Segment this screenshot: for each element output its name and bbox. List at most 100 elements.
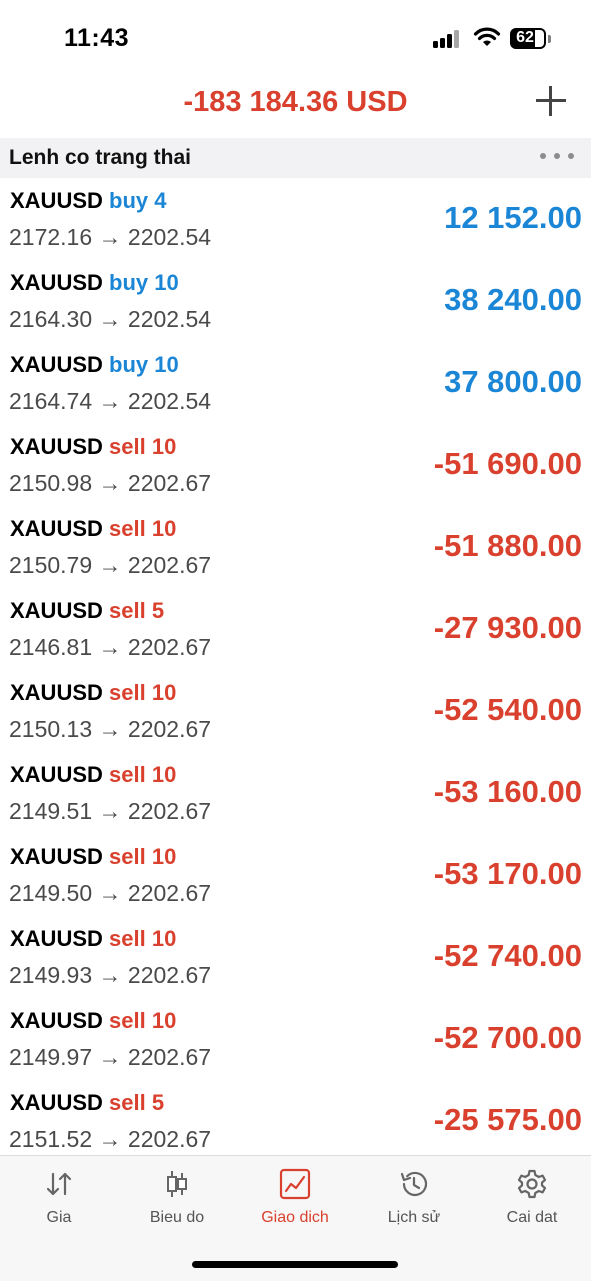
- position-symbol: XAUUSD: [10, 680, 103, 705]
- position-symbol: XAUUSD: [10, 516, 103, 541]
- position-profit: -25 575.00: [433, 1102, 582, 1137]
- position-profit: 38 240.00: [444, 282, 582, 317]
- position-title: XAUUSD sell 10: [10, 762, 176, 788]
- arrows-updown-icon: [46, 1172, 72, 1196]
- position-direction: sell 10: [109, 926, 177, 951]
- trade-header: -183 184.36 USD: [0, 78, 591, 138]
- position-prices: 2149.50 → 2202.67: [9, 880, 212, 906]
- position-row[interactable]: XAUUSD sell 10 2149.93 → 2202.67 -52 740.0…: [0, 916, 591, 998]
- battery-level: 62: [516, 29, 534, 46]
- position-prices: 2146.81 → 2202.67: [9, 634, 212, 660]
- position-title: XAUUSD sell 5: [10, 1090, 164, 1116]
- position-profit: -52 700.00: [433, 1020, 582, 1055]
- position-row[interactable]: XAUUSD sell 10 2149.97 → 2202.67 -52 700.0…: [0, 998, 591, 1080]
- position-prices: 2149.93 → 2202.67: [9, 962, 212, 988]
- position-title: XAUUSD buy 10: [10, 270, 179, 296]
- tab-lich-su[interactable]: Lịch sử: [355, 1156, 473, 1236]
- position-title: XAUUSD sell 10: [10, 680, 176, 706]
- tab-bieu-do[interactable]: Bieu do: [118, 1156, 236, 1236]
- tab-label: Cai dat: [506, 1209, 558, 1226]
- tab-cai-dat[interactable]: Cai dat: [473, 1156, 591, 1236]
- position-title: XAUUSD buy 4: [10, 188, 167, 214]
- position-symbol: XAUUSD: [10, 352, 103, 377]
- tab-giao-dich[interactable]: Giao dich: [236, 1156, 354, 1236]
- position-title: XAUUSD sell 10: [10, 516, 176, 542]
- home-indicator: [192, 1261, 398, 1268]
- section-header: Lenh co trang thai: [0, 138, 591, 178]
- battery-tip: [548, 35, 551, 43]
- position-prices: 2150.13 → 2202.67: [9, 716, 212, 742]
- position-row[interactable]: XAUUSD sell 5 2151.52 → 2202.67 -25 575.00: [0, 1080, 591, 1162]
- position-row[interactable]: XAUUSD sell 10 2150.79 → 2202.67 -51 880.0…: [0, 506, 591, 588]
- position-title: XAUUSD sell 10: [10, 434, 176, 460]
- position-symbol: XAUUSD: [10, 762, 103, 787]
- battery-icon: 62: [510, 28, 546, 49]
- candlestick-icon: [167, 1171, 187, 1197]
- position-direction: sell 10: [109, 762, 177, 787]
- add-order-button[interactable]: [536, 86, 566, 116]
- position-row[interactable]: XAUUSD buy 10 2164.74 → 2202.54 37 800.00: [0, 342, 591, 424]
- gear-icon: [517, 1169, 547, 1199]
- position-row[interactable]: XAUUSD sell 10 2150.13 → 2202.67 -52 540.0…: [0, 670, 591, 752]
- status-bar: 11:43 62: [0, 0, 591, 78]
- position-profit: -52 540.00: [433, 692, 582, 727]
- position-row[interactable]: XAUUSD buy 4 2172.16 → 2202.54 12 152.00: [0, 178, 591, 260]
- position-profit: 37 800.00: [444, 364, 582, 399]
- position-symbol: XAUUSD: [10, 434, 103, 459]
- total-profit: -183 184.36 USD: [183, 86, 408, 118]
- position-profit: -52 740.00: [433, 938, 582, 973]
- position-direction: sell 10: [109, 434, 177, 459]
- position-row[interactable]: XAUUSD buy 10 2164.30 → 2202.54 38 240.00: [0, 260, 591, 342]
- position-prices: 2149.97 → 2202.67: [9, 1044, 212, 1070]
- cellular-signal-icon: [433, 30, 463, 48]
- position-direction: sell 10: [109, 1008, 177, 1033]
- wifi-icon: [473, 27, 501, 46]
- position-profit: 12 152.00: [444, 200, 582, 235]
- position-symbol: XAUUSD: [10, 844, 103, 869]
- position-row[interactable]: XAUUSD sell 10 2149.50 → 2202.67 -53 170.0…: [0, 834, 591, 916]
- position-symbol: XAUUSD: [10, 926, 103, 951]
- position-row[interactable]: XAUUSD sell 5 2146.81 → 2202.67 -27 930.00: [0, 588, 591, 670]
- position-prices: 2164.74 → 2202.54: [9, 388, 212, 414]
- position-profit: -51 690.00: [433, 446, 582, 481]
- position-symbol: XAUUSD: [10, 1008, 103, 1033]
- position-title: XAUUSD sell 10: [10, 926, 176, 952]
- position-symbol: XAUUSD: [10, 598, 103, 623]
- position-title: XAUUSD sell 5: [10, 598, 164, 624]
- more-options-icon[interactable]: [540, 153, 574, 161]
- position-title: XAUUSD buy 10: [10, 352, 179, 378]
- position-prices: 2150.98 → 2202.67: [9, 470, 212, 496]
- tab-label: Lịch sử: [387, 1209, 441, 1226]
- position-direction: sell 10: [109, 844, 177, 869]
- position-prices: 2172.16 → 2202.54: [9, 224, 212, 250]
- history-icon: [400, 1171, 428, 1197]
- position-direction: sell 5: [109, 598, 165, 623]
- position-direction: sell 10: [109, 680, 177, 705]
- position-prices: 2164.30 → 2202.54: [9, 306, 212, 332]
- position-direction: sell 5: [109, 1090, 165, 1115]
- position-profit: -53 160.00: [433, 774, 582, 809]
- position-profit: -27 930.00: [433, 610, 582, 645]
- position-symbol: XAUUSD: [10, 270, 103, 295]
- position-symbol: XAUUSD: [10, 1090, 103, 1115]
- tab-label: Gia: [46, 1209, 72, 1226]
- tab-label: Bieu do: [149, 1209, 205, 1226]
- position-direction: sell 10: [109, 516, 177, 541]
- trade-chart-icon: [279, 1168, 311, 1200]
- position-direction: buy 4: [109, 188, 167, 213]
- position-row[interactable]: XAUUSD sell 10 2149.51 → 2202.67 -53 160.0…: [0, 752, 591, 834]
- position-prices: 2151.52 → 2202.67: [9, 1126, 212, 1152]
- position-profit: -53 170.00: [433, 856, 582, 891]
- position-title: XAUUSD sell 10: [10, 844, 176, 870]
- tab-gia[interactable]: Gia: [0, 1156, 118, 1236]
- position-row[interactable]: XAUUSD sell 10 2150.98 → 2202.67 -51 690.0…: [0, 424, 591, 506]
- position-title: XAUUSD sell 10: [10, 1008, 176, 1034]
- position-direction: buy 10: [109, 270, 179, 295]
- status-time: 11:43: [64, 24, 130, 52]
- position-symbol: XAUUSD: [10, 188, 103, 213]
- section-title: Lenh co trang thai: [9, 146, 192, 169]
- position-profit: -51 880.00: [433, 528, 582, 563]
- tab-label: Giao dich: [261, 1209, 329, 1226]
- position-direction: buy 10: [109, 352, 179, 377]
- position-prices: 2149.51 → 2202.67: [9, 798, 212, 824]
